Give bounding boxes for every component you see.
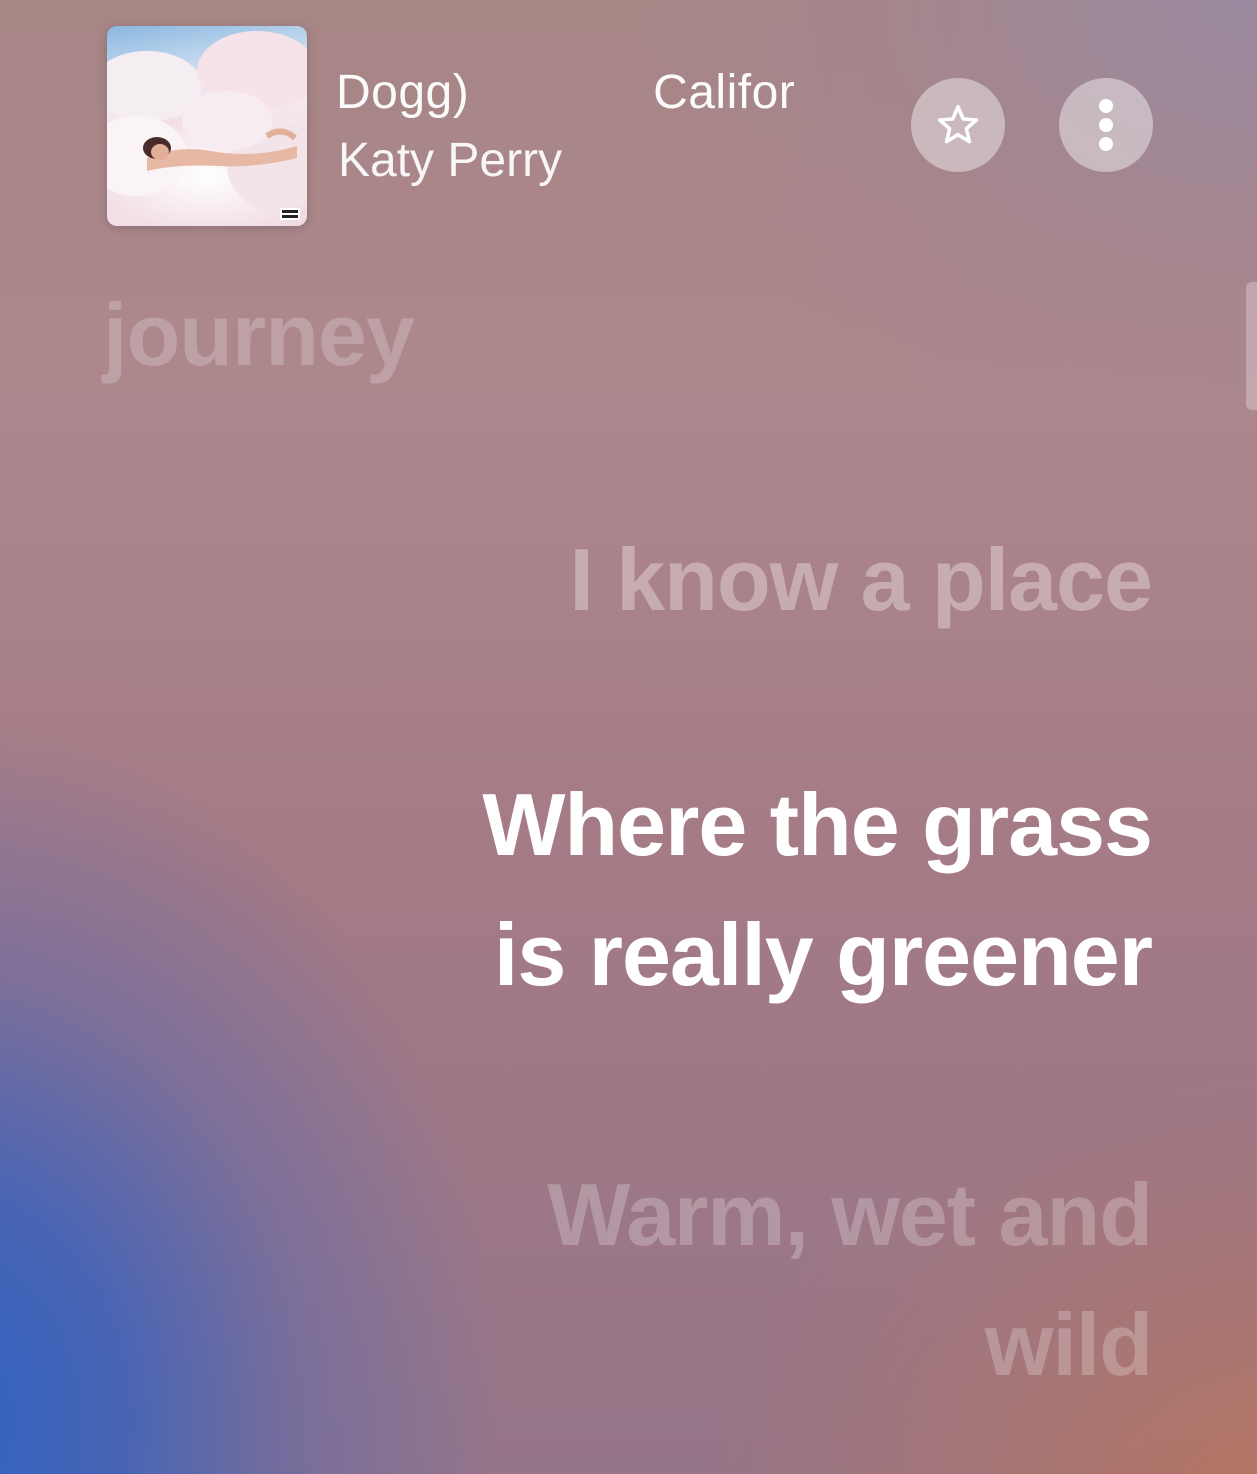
lyric-line-active[interactable]: Where the grass is really greener bbox=[482, 760, 1153, 1020]
lyric-line-previous[interactable]: journey bbox=[103, 270, 415, 400]
lyric-active-line-2: is really greener bbox=[493, 905, 1153, 1004]
lyric-next-line-2: wild bbox=[984, 1295, 1153, 1394]
lyric-line-next[interactable]: Warm, wet and wild bbox=[547, 1150, 1153, 1410]
lyric-line-upcoming[interactable]: I know a place bbox=[569, 515, 1153, 645]
lyric-next-line-1: Warm, wet and bbox=[547, 1165, 1153, 1264]
lyric-active-line-1: Where the grass bbox=[482, 775, 1153, 874]
lyrics-panel: journey I know a place Where the grass i… bbox=[0, 0, 1257, 1474]
